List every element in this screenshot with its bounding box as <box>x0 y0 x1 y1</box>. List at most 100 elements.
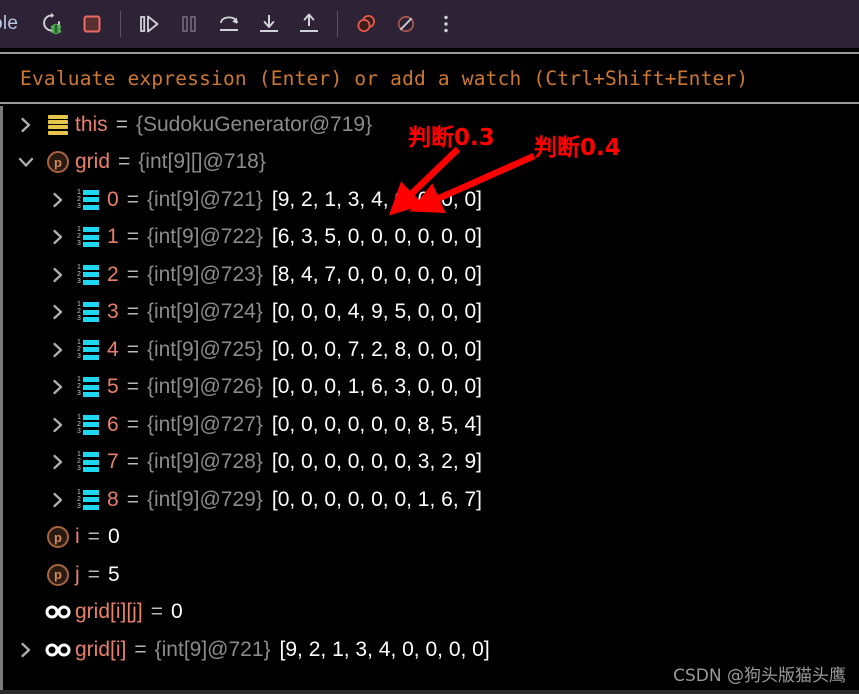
variable-name: 6 <box>107 412 119 436</box>
variable-equals: = <box>126 412 139 436</box>
variable-name: grid[i] <box>75 637 127 661</box>
variable-type: {SudokuGenerator@719} <box>135 112 373 136</box>
stop-icon[interactable] <box>72 4 112 44</box>
variable-equals: = <box>87 525 100 549</box>
variable-row[interactable]: p i = 0 <box>3 519 859 557</box>
panel-bottom-edge <box>0 690 859 694</box>
array-icon: 123 <box>73 489 107 511</box>
more-options-icon[interactable] <box>426 4 466 44</box>
variable-equals: = <box>126 337 139 361</box>
variable-type: {int[9]@721} <box>154 637 271 661</box>
variable-type: {int[9]@727} <box>146 412 263 436</box>
variable-equals: = <box>134 637 147 661</box>
variable-name: j <box>75 562 80 586</box>
variable-row[interactable]: p j = 5 <box>3 556 859 594</box>
variable-row[interactable]: grid[i][j] = 0 <box>3 594 859 632</box>
step-into-icon[interactable] <box>249 4 289 44</box>
array-icon: 123 <box>73 451 107 473</box>
variable-value: [0, 0, 0, 1, 6, 3, 0, 0, 0] <box>271 375 483 399</box>
array-icon: 123 <box>73 189 107 211</box>
variable-value: 0 <box>170 600 183 624</box>
expand-toggle-icon[interactable] <box>43 341 73 359</box>
variable-row[interactable]: 1 2 3 4 = {int[9]@725} [0, 0, 0, 7, 2, 8, 0, 0… <box>3 331 859 369</box>
variable-equals: = <box>126 187 139 211</box>
array-icon: 123 <box>73 414 107 436</box>
private-field-icon: p <box>41 563 75 586</box>
variable-row[interactable]: p grid = {int[9][]@718} <box>3 144 859 182</box>
variable-type: {int[9]@721} <box>146 187 263 211</box>
variable-type: {int[9]@722} <box>146 225 263 249</box>
expand-toggle-icon[interactable] <box>43 303 73 321</box>
variable-row[interactable]: 1 2 3 1 = {int[9]@722} [6, 3, 5, 0, 0, 0, 0, 0… <box>3 219 859 257</box>
toolbar-separator-2 <box>337 11 339 37</box>
variable-value: 5 <box>107 562 120 586</box>
variable-row[interactable]: 1 2 3 7 = {int[9]@728} [0, 0, 0, 0, 0, 0, 3, 2… <box>3 444 859 482</box>
object-icon <box>41 114 75 135</box>
variable-equals: = <box>126 450 139 474</box>
expand-toggle-icon[interactable] <box>11 641 41 659</box>
expand-toggle-icon[interactable] <box>11 155 41 169</box>
variable-equals: = <box>126 300 139 324</box>
pause-program-icon[interactable] <box>169 4 209 44</box>
resume-program-icon[interactable] <box>129 4 169 44</box>
variables-tree[interactable]: this = {SudokuGenerator@719} p grid = {int[9][… <box>0 106 859 692</box>
variable-equals: = <box>126 487 139 511</box>
variable-row[interactable]: 1 2 3 0 = {int[9]@721} [9, 2, 1, 3, 4, 0, 0, 0… <box>3 181 859 219</box>
variable-row[interactable]: 1 2 3 8 = {int[9]@729} [0, 0, 0, 0, 0, 0, 1, 6… <box>3 481 859 519</box>
debugger-variables-panel: ole <box>0 0 859 694</box>
variable-type: {int[9]@726} <box>146 375 263 399</box>
expand-toggle-icon[interactable] <box>43 191 73 209</box>
variable-value: [0, 0, 0, 4, 9, 5, 0, 0, 0] <box>271 300 483 324</box>
variable-value: [6, 3, 5, 0, 0, 0, 0, 0, 0] <box>271 225 483 249</box>
variable-row[interactable]: 1 2 3 6 = {int[9]@727} [0, 0, 0, 0, 0, 0, 8, 5… <box>3 406 859 444</box>
variable-name: i <box>75 525 80 549</box>
evaluate-expression-placeholder[interactable]: Evaluate expression (Enter) or add a wat… <box>6 67 748 90</box>
variable-equals: = <box>118 150 131 174</box>
rerun-debug-icon[interactable] <box>32 4 72 44</box>
variable-equals: = <box>126 225 139 249</box>
console-tab-label[interactable]: ole <box>0 13 18 35</box>
debugger-toolbar: ole <box>0 0 859 48</box>
variable-equals: = <box>87 562 100 586</box>
variable-row[interactable]: 1 2 3 2 = {int[9]@723} [8, 4, 7, 0, 0, 0, 0, 0… <box>3 256 859 294</box>
expand-toggle-icon[interactable] <box>43 378 73 396</box>
expand-toggle-icon[interactable] <box>43 266 73 284</box>
variable-type: {int[9]@723} <box>146 262 263 286</box>
expand-toggle-icon[interactable] <box>43 491 73 509</box>
expand-toggle-icon[interactable] <box>43 453 73 471</box>
toolbar-separator <box>120 11 122 37</box>
variable-equals: = <box>126 262 139 286</box>
watch-glasses-icon <box>41 642 75 658</box>
mute-breakpoints-icon[interactable] <box>386 4 426 44</box>
variable-row[interactable]: this = {SudokuGenerator@719} <box>3 106 859 144</box>
step-over-icon[interactable] <box>209 4 249 44</box>
expand-toggle-icon[interactable] <box>43 228 73 246</box>
variable-name: 1 <box>107 225 119 249</box>
variable-name: 4 <box>107 337 119 361</box>
view-breakpoints-icon[interactable] <box>346 4 386 44</box>
private-field-icon: p <box>41 526 75 549</box>
private-field-icon: p <box>41 151 75 174</box>
variable-value: [0, 0, 0, 0, 0, 0, 8, 5, 4] <box>271 412 483 436</box>
variable-name: 8 <box>107 487 119 511</box>
variable-type: {int[9]@724} <box>146 300 263 324</box>
variable-value: 0 <box>107 525 120 549</box>
step-out-icon[interactable] <box>289 4 329 44</box>
array-icon: 123 <box>73 226 107 248</box>
variable-name: this <box>75 112 108 136</box>
variable-row[interactable]: 1 2 3 3 = {int[9]@724} [0, 0, 0, 4, 9, 5, 0, 0… <box>3 294 859 332</box>
variable-name: 0 <box>107 187 119 211</box>
variable-name: 5 <box>107 375 119 399</box>
expand-toggle-icon[interactable] <box>11 116 41 134</box>
variable-row[interactable]: 1 2 3 5 = {int[9]@726} [0, 0, 0, 1, 6, 3, 0, 0… <box>3 369 859 407</box>
variable-equals: = <box>115 112 128 136</box>
variable-name: 3 <box>107 300 119 324</box>
expand-toggle-icon[interactable] <box>43 416 73 434</box>
variable-value: [9, 2, 1, 3, 4, 0, 0, 0, 0] <box>279 637 490 661</box>
variable-name: grid <box>75 150 111 174</box>
array-icon: 123 <box>73 301 107 323</box>
array-icon: 123 <box>73 376 107 398</box>
variable-name: 2 <box>107 262 119 286</box>
evaluate-expression-bar[interactable]: Evaluate expression (Enter) or add a wat… <box>0 52 859 104</box>
variable-value: [9, 2, 1, 3, 4, 0, 0, 0, 0] <box>271 187 483 211</box>
